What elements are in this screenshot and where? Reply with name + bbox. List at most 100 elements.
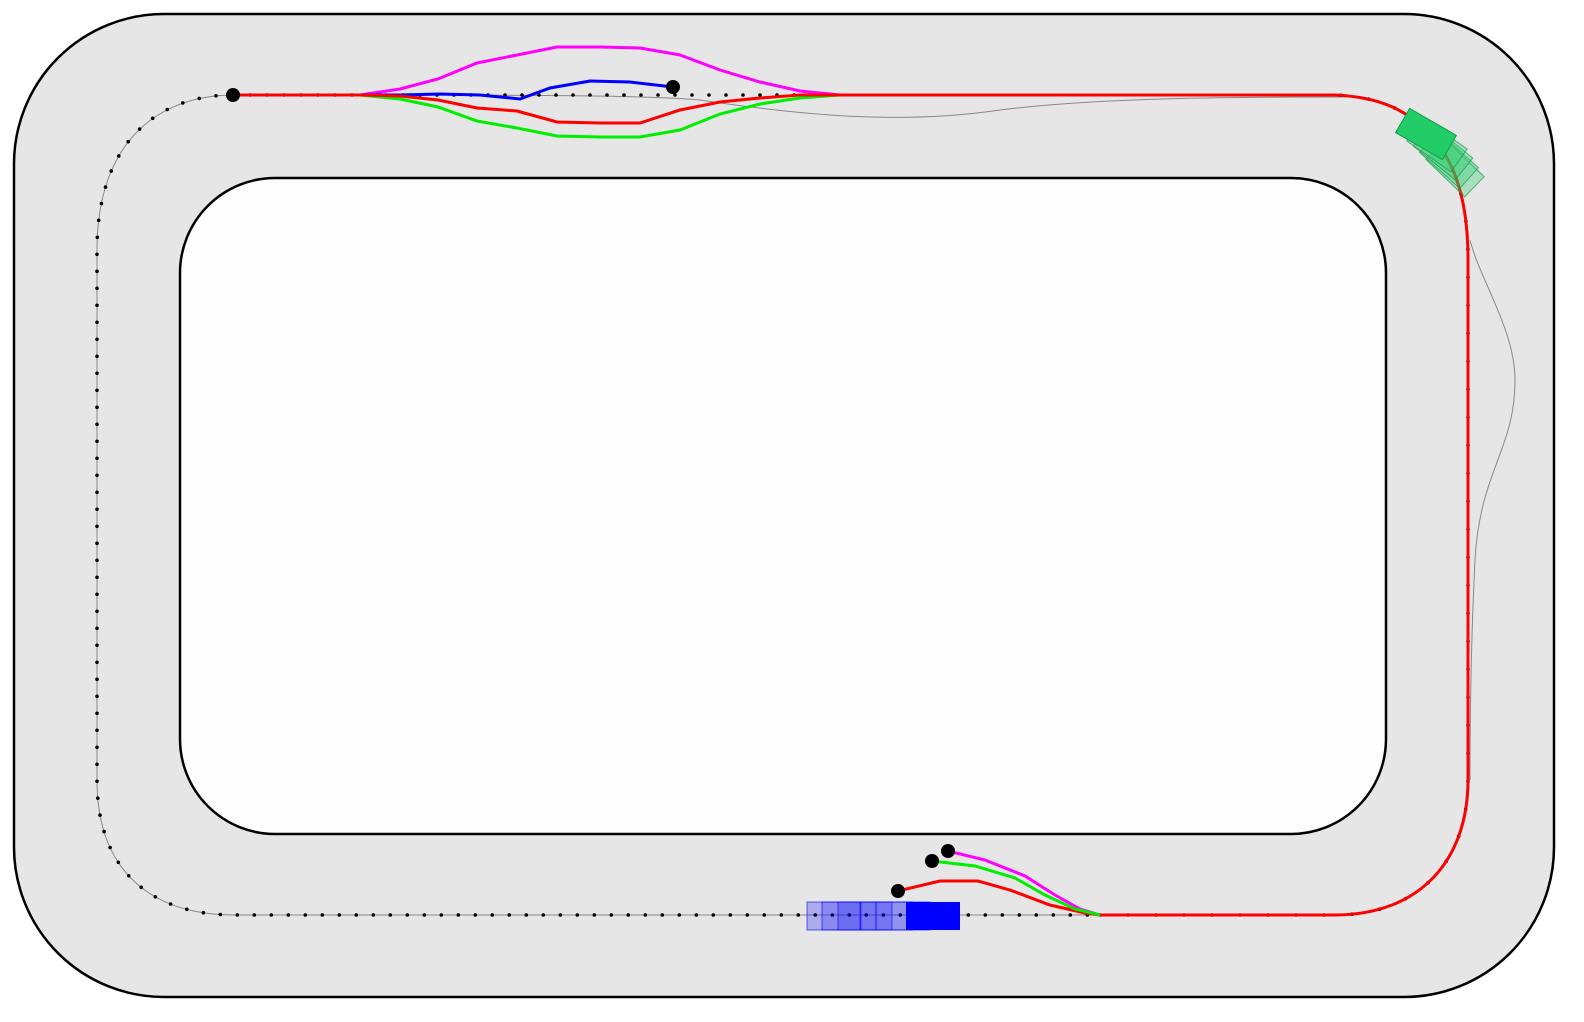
waypoint-dot	[524, 913, 529, 917]
waypoint-dot	[95, 235, 100, 240]
waypoint-dot	[371, 913, 376, 917]
waypoint-dot	[95, 626, 99, 631]
waypoint-dot	[575, 913, 580, 917]
waypoint-dot	[1017, 913, 1022, 917]
waypoint-dot	[95, 609, 99, 614]
waypoint-dot	[181, 101, 185, 105]
waypoint-dot	[639, 93, 643, 97]
waypoint-dot	[95, 303, 99, 308]
waypoint-dot	[102, 829, 106, 834]
waypoint-dot	[405, 913, 410, 917]
waypoint-dot	[711, 913, 716, 917]
waypoint-dot	[95, 439, 99, 444]
waypoint-dot	[592, 913, 597, 917]
waypoint-dot	[439, 913, 444, 917]
waypoint-dot	[108, 845, 112, 850]
endpoint-marker-3	[891, 884, 905, 898]
waypoint-dot	[95, 575, 99, 580]
waypoint-dot	[95, 371, 99, 376]
waypoint-dot	[95, 677, 99, 682]
waypoint-dot	[707, 93, 711, 97]
waypoint-dot	[235, 913, 240, 917]
waypoint-dot	[126, 874, 131, 878]
waypoint-dot	[99, 201, 104, 206]
waypoint-dot	[558, 913, 563, 917]
waypoint-dot	[252, 913, 257, 917]
waypoint-dot	[109, 169, 113, 173]
waypoint-dot	[95, 524, 99, 529]
waypoint-dot	[95, 337, 99, 342]
waypoint-dot	[456, 913, 461, 917]
waypoint-dot	[95, 745, 99, 750]
waypoint-dot	[1000, 913, 1005, 917]
ego-vehicle	[906, 902, 960, 930]
endpoint-marker-1	[941, 844, 955, 858]
waypoint-dot	[422, 913, 427, 917]
waypoint-dot	[168, 902, 173, 906]
waypoint-dot	[588, 93, 592, 97]
waypoint-dot	[541, 913, 546, 917]
waypoint-dot	[966, 913, 971, 917]
waypoint-dot	[320, 913, 325, 917]
waypoint-dot	[95, 728, 99, 733]
waypoint-dot	[626, 913, 631, 917]
waypoint-dot	[137, 127, 142, 131]
waypoint-dot	[95, 779, 99, 784]
waypoint-dot	[758, 93, 762, 97]
waypoint-dot	[95, 541, 99, 546]
waypoint-dot	[95, 507, 99, 512]
track-infield	[178, 176, 1388, 836]
waypoint-dot	[622, 93, 626, 97]
waypoint-dot	[762, 913, 767, 917]
waypoint-dot	[741, 93, 745, 97]
track-scene	[0, 0, 1584, 1022]
waypoint-dot	[139, 885, 143, 890]
waypoint-dot	[286, 913, 291, 917]
waypoint-dot	[95, 694, 99, 699]
waypoint-dot	[201, 910, 206, 915]
waypoint-dot	[1068, 913, 1073, 917]
waypoint-dot	[95, 660, 99, 665]
endpoint-marker-2	[925, 854, 939, 868]
blue-endpoint-marker	[666, 80, 680, 94]
waypoint-dot	[214, 94, 218, 98]
waypoint-dot	[95, 269, 99, 274]
waypoint-dot	[1051, 913, 1056, 917]
waypoint-dot	[96, 796, 100, 800]
waypoint-dot	[95, 405, 99, 410]
waypoint-dot	[197, 96, 201, 101]
waypoint-dot	[95, 456, 99, 461]
waypoint-dot	[643, 913, 648, 917]
waypoint-dot	[690, 93, 694, 97]
waypoint-dot	[103, 185, 108, 189]
waypoint-dot	[609, 913, 614, 917]
waypoint-dot	[95, 558, 99, 563]
waypoint-dot	[96, 218, 101, 223]
waypoint-dot	[185, 907, 189, 912]
waypoint-dot	[218, 912, 223, 917]
waypoint-dot	[150, 116, 155, 121]
waypoint-dot	[153, 895, 158, 899]
waypoint-dot	[354, 913, 359, 917]
waypoint-dot	[95, 762, 99, 767]
waypoint-dot	[95, 388, 99, 393]
waypoint-dot	[98, 813, 102, 817]
waypoint-dot	[983, 913, 988, 917]
waypoint-dot	[95, 592, 99, 597]
waypoint-dot	[694, 913, 699, 917]
waypoint-dot	[724, 93, 728, 97]
waypoint-dot	[677, 913, 682, 917]
waypoint-dot	[165, 107, 169, 112]
waypoint-dot	[95, 490, 99, 495]
waypoint-dot	[95, 473, 99, 478]
waypoint-dot	[796, 913, 801, 917]
waypoint-dot	[337, 913, 342, 917]
waypoint-dot	[303, 913, 308, 917]
waypoint-dot	[95, 252, 99, 257]
waypoint-dot	[490, 913, 495, 917]
waypoint-dot	[1034, 913, 1039, 917]
waypoint-dot	[473, 913, 478, 917]
waypoint-dot	[554, 93, 558, 97]
waypoint-dot	[269, 913, 274, 917]
waypoint-dot	[95, 643, 99, 648]
